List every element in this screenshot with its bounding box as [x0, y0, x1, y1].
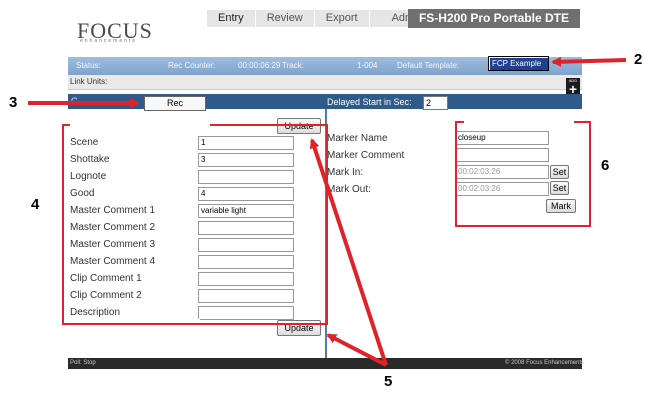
callout-arrows	[28, 56, 627, 367]
arrow-2	[551, 56, 627, 67]
callout-number-6: 6	[601, 157, 610, 174]
callout-number-4: 4	[31, 196, 40, 213]
callout-number-3: 3	[9, 94, 18, 111]
callout-number-2: 2	[634, 51, 643, 68]
arrow-5a	[309, 138, 388, 366]
callout-number-5: 5	[384, 373, 393, 390]
